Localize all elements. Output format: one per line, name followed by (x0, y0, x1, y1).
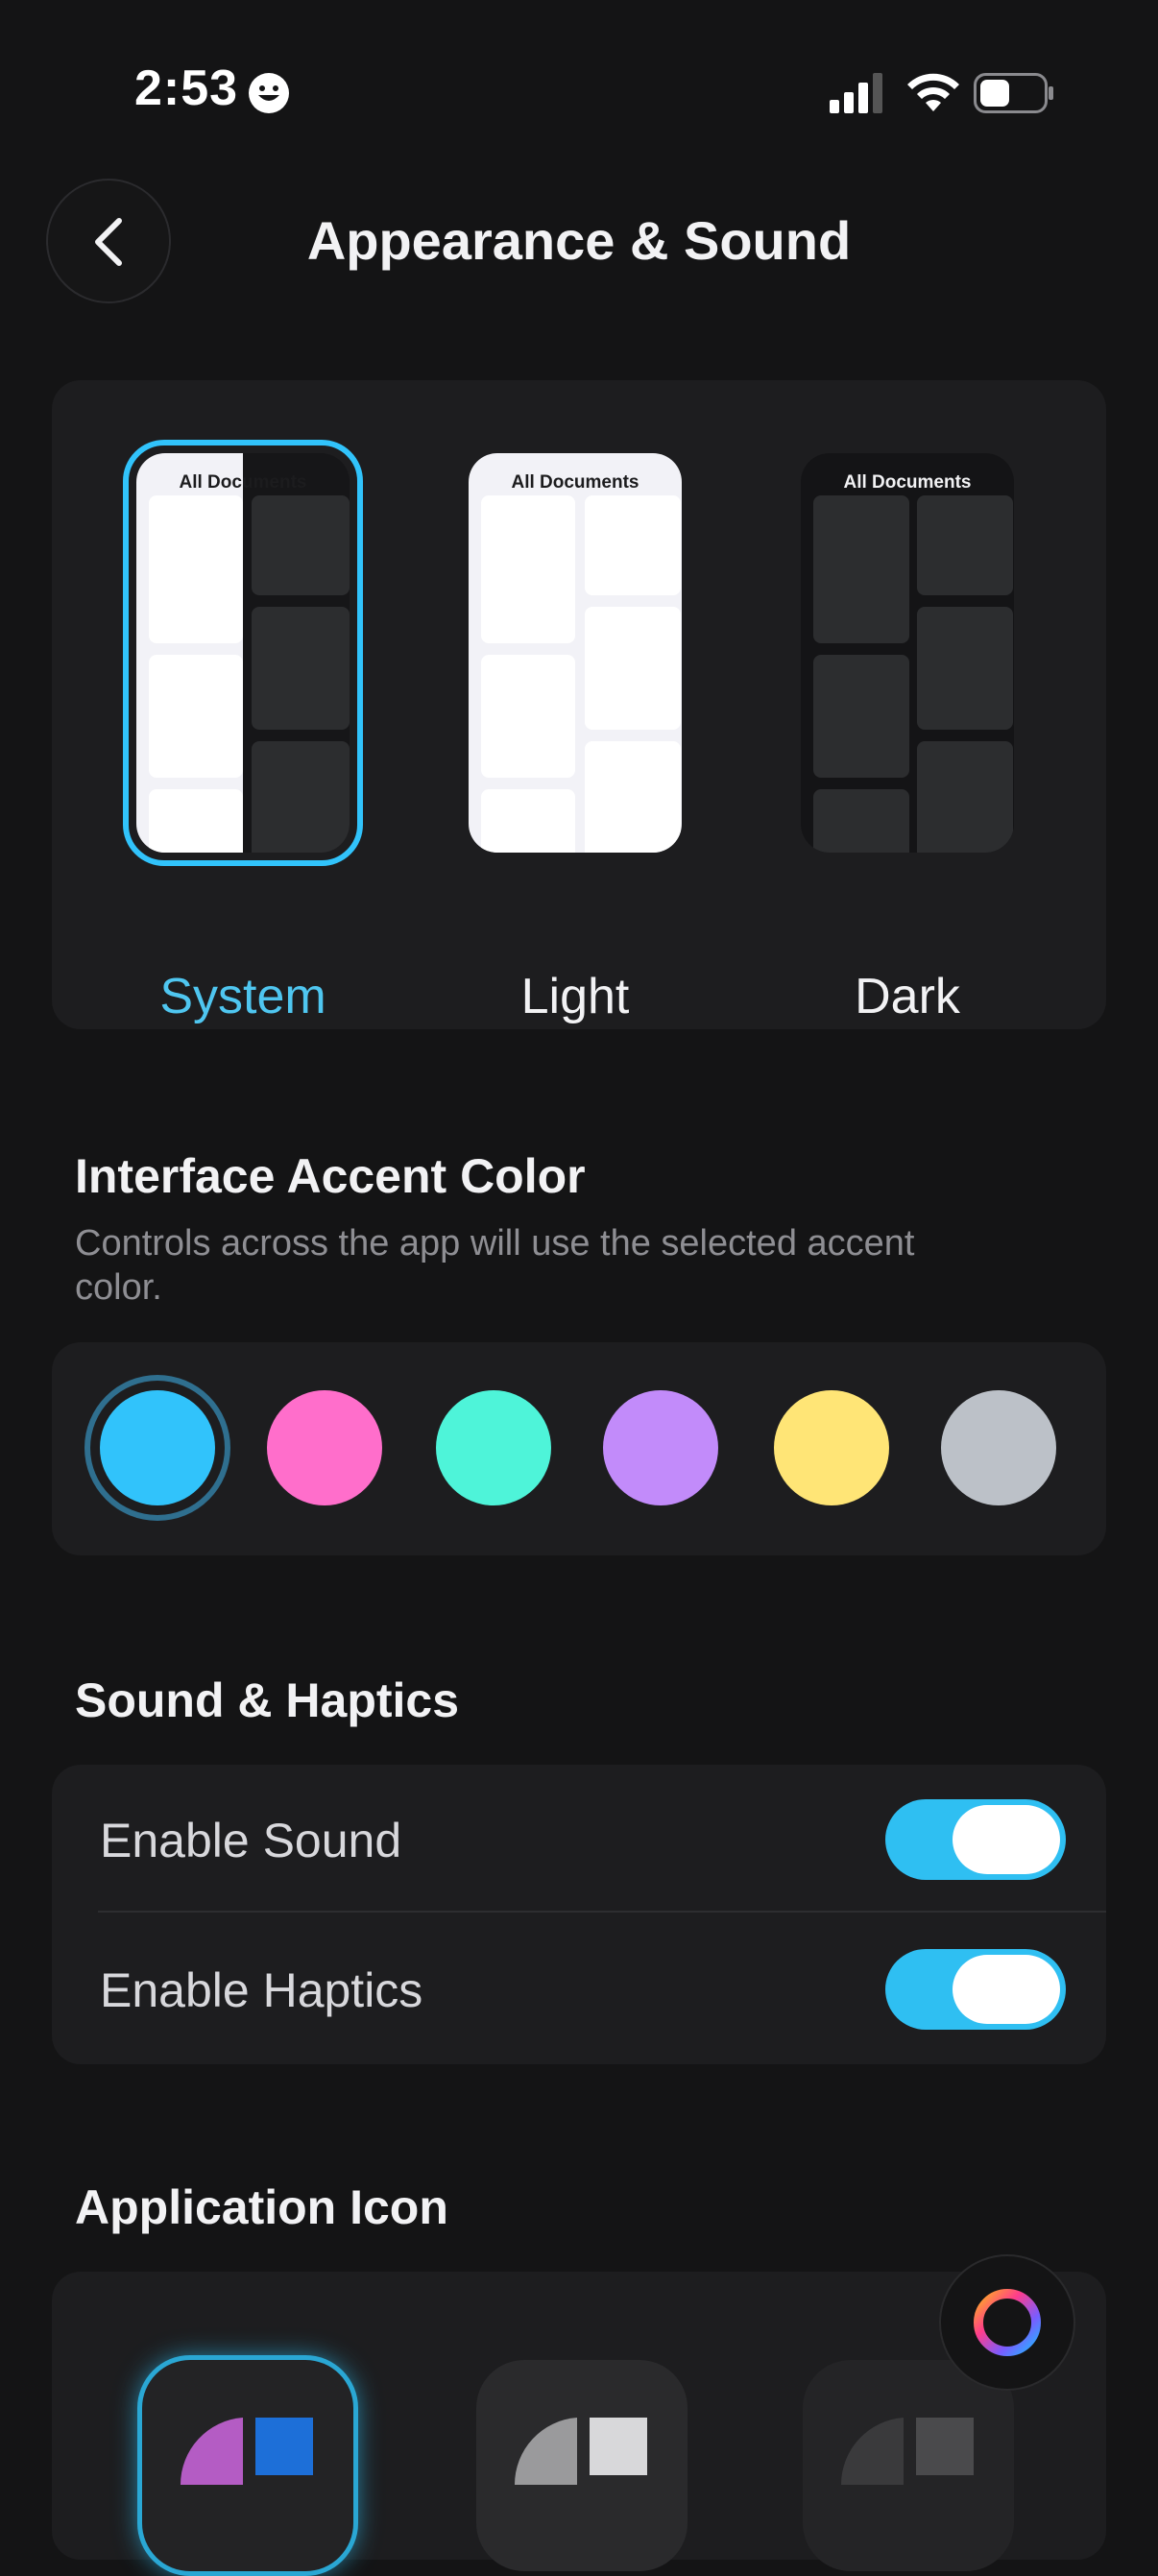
enable-sound-label: Enable Sound (100, 1814, 402, 1867)
accent-swatch-gray[interactable] (941, 1390, 1056, 1505)
page-title: Appearance & Sound (306, 210, 852, 271)
accent-swatch-teal[interactable] (436, 1390, 551, 1505)
cellular-signal-icon (830, 73, 882, 113)
app-icon-section-title: Application Icon (75, 2180, 448, 2234)
enable-haptics-label: Enable Haptics (100, 1963, 423, 2017)
sound-section-title: Sound & Haptics (75, 1673, 460, 1727)
accent-swatch-pink[interactable] (267, 1390, 382, 1505)
theme-label-dark: Dark (855, 969, 960, 1024)
status-bar: 2:53 (0, 0, 1158, 182)
enable-haptics-row: Enable Haptics (52, 1914, 1106, 2062)
light-app-icon (514, 2418, 647, 2485)
dark-app-icon (840, 2418, 974, 2485)
theme-label-light: Light (520, 969, 630, 1024)
preview-title: All Documents (843, 472, 972, 493)
accent-swatch-yellow[interactable] (774, 1390, 889, 1505)
color-app-icon (180, 2418, 313, 2485)
system-theme-preview (123, 440, 363, 866)
assistant-ring-icon (974, 2289, 1041, 2356)
status-time: 2:53 (134, 60, 239, 116)
assistant-button[interactable] (939, 2254, 1075, 2391)
enable-sound-row: Enable Sound (52, 1765, 1106, 1913)
battery-icon (974, 73, 1053, 113)
light-theme-preview (469, 453, 682, 853)
smiley-icon (249, 73, 289, 113)
toggle-knob (953, 1955, 1060, 2024)
preview-title: All Documents (179, 472, 307, 493)
theme-label-system: System (159, 969, 326, 1024)
wifi-icon (907, 73, 959, 111)
accent-swatch-purple[interactable] (603, 1390, 718, 1505)
accent-section-title: Interface Accent Color (75, 1149, 586, 1203)
appearance-card: All Documents System All Documents Light (52, 380, 1106, 1029)
app-icon-option-light[interactable] (476, 2360, 688, 2571)
dark-theme-preview (801, 453, 1014, 853)
enable-haptics-toggle[interactable] (885, 1949, 1066, 2030)
preview-title: All Documents (511, 472, 639, 493)
app-icon-option-dark[interactable] (803, 2360, 1014, 2571)
app-icon-option-color[interactable] (142, 2360, 353, 2571)
divider (98, 1911, 1106, 1913)
accent-swatch-blue[interactable] (100, 1390, 215, 1505)
enable-sound-toggle[interactable] (885, 1799, 1066, 1880)
accent-section-subtitle: Controls across the app will use the sel… (75, 1223, 915, 1308)
toggle-knob (953, 1805, 1060, 1874)
